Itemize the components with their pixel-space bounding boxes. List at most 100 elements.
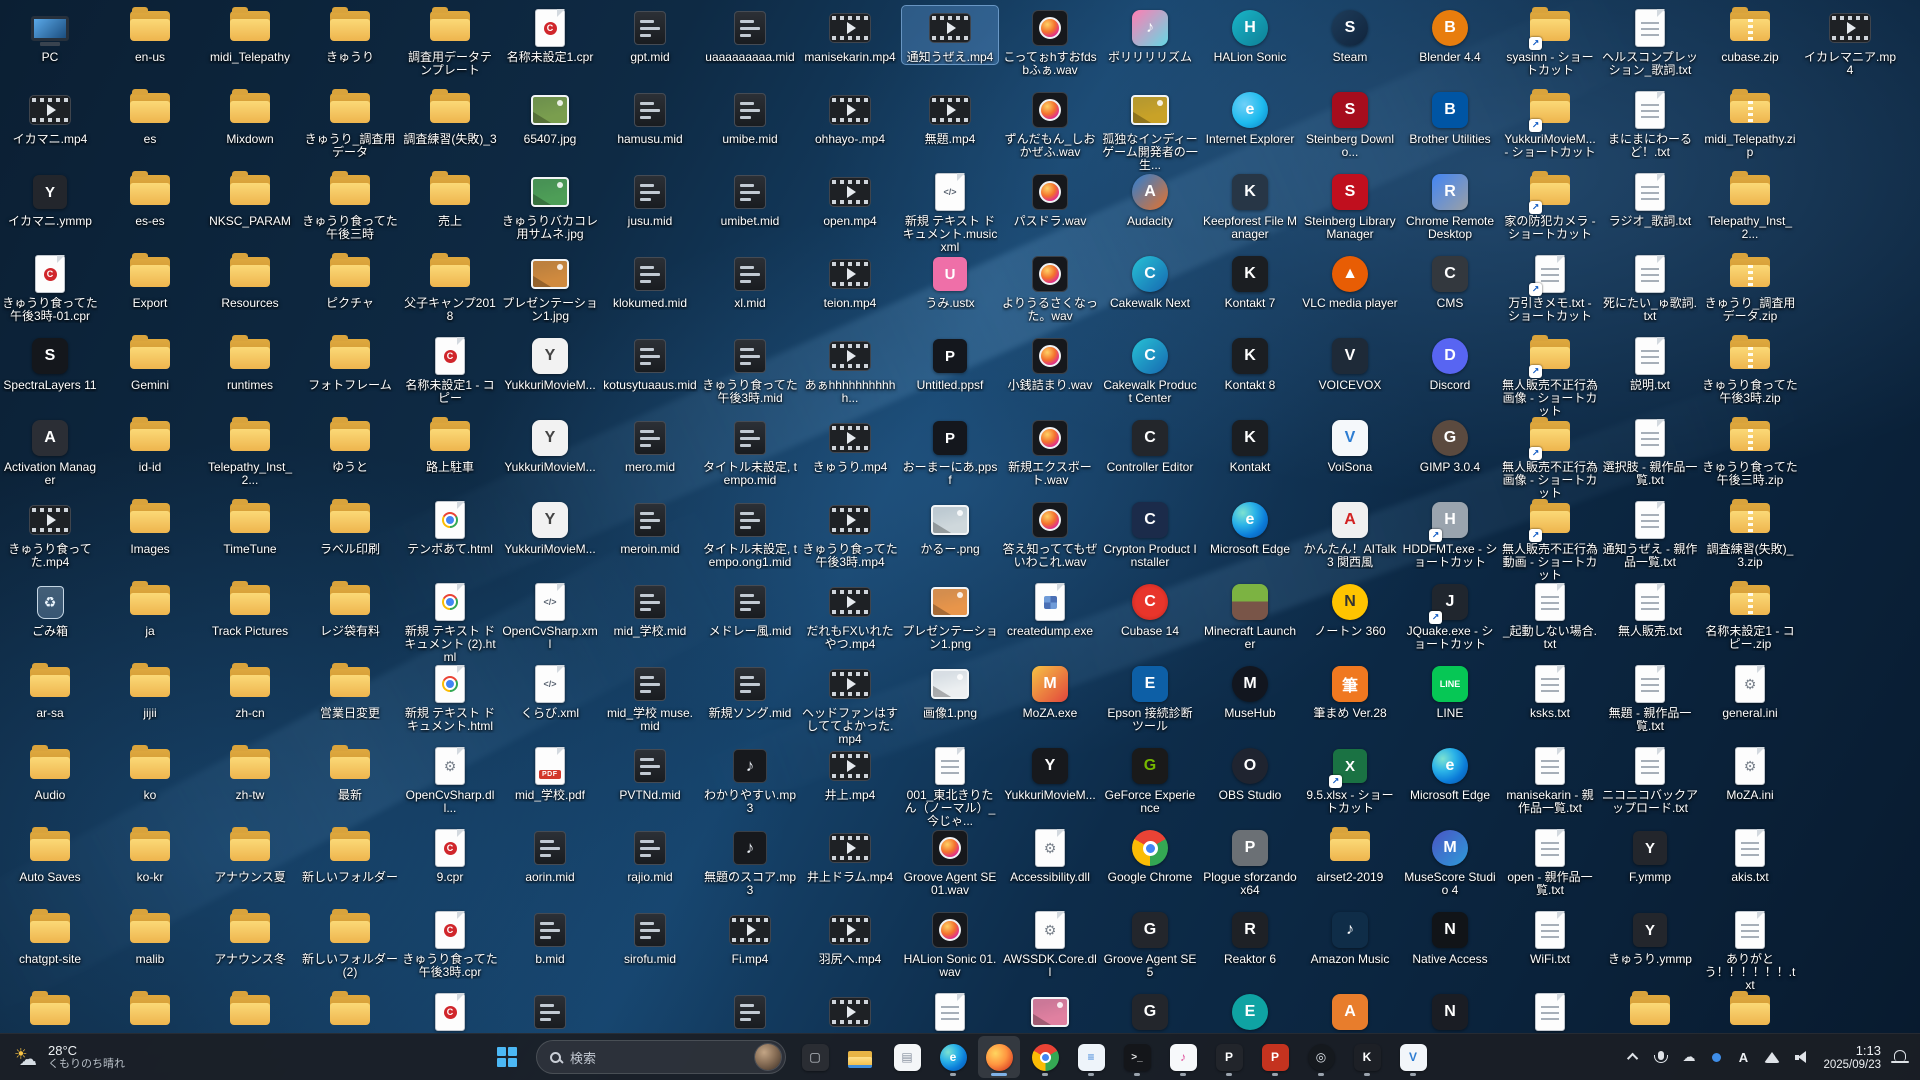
taskbar-app-google-chrome[interactable] [1024,1036,1066,1078]
desktop-icon[interactable]: D Discord [1402,334,1498,392]
desktop-icon[interactable]: 孤独なインディーゲーム開発者の一生... [1102,88,1198,172]
desktop-icon[interactable]: 無人販売.txt [1602,580,1698,638]
desktop-icon[interactable]: N ノートン 360 [1302,580,1398,638]
desktop-icon[interactable]: ↗ YukkuriMovieM... - ショートカット [1502,88,1598,159]
desktop-icon[interactable]: きゅうり食ってた午後3時.zip [1702,334,1798,405]
desktop-icon[interactable]: ⚙ general.ini [1702,662,1798,720]
desktop-icon[interactable]: akis.txt [1702,826,1798,884]
taskbar-app-notepad[interactable]: ≡ [1070,1036,1112,1078]
desktop-icon[interactable]: cubase.zip [1702,6,1798,64]
desktop-icon[interactable]: N [1402,990,1498,1033]
desktop-icon[interactable]: 調査練習(失敗)_3.zip [1702,498,1798,569]
desktop-icon[interactable] [1702,990,1798,1033]
desktop-icon[interactable]: ⚙ MoZA.ini [1702,744,1798,802]
desktop-icon[interactable]: Y F.ymmp [1602,826,1698,884]
desktop-icon[interactable]: 無題 - 親作品一覧.txt [1602,662,1698,733]
desktop-icon[interactable]: 答え知っててもぜいわこれ.wav [1002,498,1098,569]
desktop-icon[interactable]: Auto Saves [2,826,98,884]
taskbar-app-terminal[interactable]: >_ [1116,1036,1158,1078]
desktop-icon[interactable]: aorin.mid [502,826,598,884]
desktop-icon[interactable]: P Plogue sforzando x64 [1202,826,1298,897]
desktop-icon[interactable]: sirofu.mid [602,908,698,966]
desktop-icon[interactable]: b.mid [502,908,598,966]
desktop-icon[interactable]: 通知うぜえ - 親作品一覧.txt [1602,498,1698,569]
desktop-icon[interactable]: R Reaktor 6 [1202,908,1298,966]
desktop-icon[interactable]: S Steam [1302,6,1398,64]
taskbar-app-app-v[interactable]: V [1392,1036,1434,1078]
desktop-icon[interactable]: Gemini [102,334,198,392]
taskbar-app-notes-app[interactable]: ▤ [886,1036,928,1078]
desktop-icon[interactable]: e Internet Explorer [1202,88,1298,146]
desktop-icon[interactable]: NKSC_PARAM [202,170,298,228]
desktop-icon[interactable]: B Blender 4.4 [1402,6,1498,64]
desktop-icon[interactable]: 新規ソング.mid [702,662,798,720]
desktop-icon[interactable]: ありがとう！！！！！！.txt [1702,908,1798,992]
desktop-icon[interactable]: かるー.png [902,498,998,556]
desktop-icon[interactable]: C [402,990,498,1033]
onedrive-tray-button[interactable]: ☁ [1680,1041,1697,1073]
taskbar-app-microsoft-edge[interactable]: e [932,1036,974,1078]
desktop-icon[interactable]: 名称未設定1 - コピー.zip [1702,580,1798,651]
desktop-icon[interactable]: klokumed.mid [602,252,698,310]
tray-overflow-button[interactable] [1626,1041,1642,1073]
desktop-icon[interactable]: A Activation Manager [2,416,98,487]
desktop-icon[interactable]: Mixdown [202,88,298,146]
clock[interactable]: 1:13 2025/09/23 [1823,1043,1881,1072]
app-tray-button[interactable] [1708,1041,1724,1073]
desktop-icon[interactable]: きゅうり食ってた午後三時 [302,170,398,241]
desktop-icon[interactable] [2,990,98,1033]
desktop-icon[interactable]: E Epson 接続診断ツール [1102,662,1198,733]
desktop-icon[interactable]: G Groove Agent SE 5 [1102,908,1198,979]
desktop-icon[interactable]: P おーまーにあ.ppsf [902,416,998,487]
desktop-icon[interactable]: アナウンス冬 [202,908,298,966]
desktop-icon[interactable]: C きゅうり食ってた午後3時-01.cpr [2,252,98,323]
desktop-icon[interactable]: P Untitled.ppsf [902,334,998,392]
desktop-icon[interactable]: H ↗ HDDFMT.exe - ショートカット [1402,498,1498,569]
desktop-icon[interactable]: タイトル未設定, tempo.mid [702,416,798,487]
desktop-icon[interactable]: malib [102,908,198,966]
desktop-icon[interactable]: ko [102,744,198,802]
desktop-icon[interactable]: N Native Access [1402,908,1498,966]
desktop-icon[interactable]: id-id [102,416,198,474]
desktop-icon[interactable]: hamusu.mid [602,88,698,146]
desktop-icon[interactable] [902,990,998,1033]
desktop-icon[interactable]: Resources [202,252,298,310]
desktop-icon[interactable]: A かんたん！AITalk 3 関西風 [1302,498,1398,569]
desktop-icon[interactable]: よりうるさくなった。wav [1002,252,1098,323]
desktop-icon[interactable]: パスドラ.wav [1002,170,1098,228]
desktop-icon[interactable]: LINE LINE [1402,662,1498,720]
desktop-icon[interactable]: C Cakewalk Next [1102,252,1198,310]
desktop-icon[interactable]: ja [102,580,198,638]
desktop-icon[interactable]: </> OpenCvSharp.xml [502,580,598,651]
desktop-icon[interactable]: きゅうり_調査用データ.zip [1702,252,1798,323]
desktop-icon[interactable]: </> 新規 テキスト ドキュメント.musicxml [902,170,998,254]
desktop-icon[interactable]: gpt.mid [602,6,698,64]
weather-widget[interactable]: ☀ ☁ 28°C くもりのち晴れ [4,1034,135,1080]
desktop-icon[interactable]: ♻ ごみ箱 [2,580,98,638]
desktop-icon[interactable]: G GIMP 3.0.4 [1402,416,1498,474]
desktop-icon[interactable]: manisekarin.mp4 [802,6,898,64]
desktop-icon[interactable]: X ↗ 9.5.xlsx - ショートカット [1302,744,1398,815]
desktop-icon[interactable]: ラベル印刷 [302,498,398,556]
desktop-icon[interactable]: タイトル未設定, tempo.ong1.mid [702,498,798,569]
desktop-icon[interactable]: _起動しない場合.txt [1502,580,1598,651]
desktop-icon[interactable]: ヘルスコンプレッション_歌詞.txt [1602,6,1698,77]
desktop-icon[interactable]: イカマニ.mp4 [2,88,98,146]
desktop-icon[interactable]: きゅうりバカコレ用サムネ.jpg [502,170,598,241]
desktop-icon[interactable]: 新しいフォルダー [302,826,398,884]
desktop-icon[interactable]: U うみ.ustx [902,252,998,310]
desktop-icon[interactable]: ▲ VLC media player [1302,252,1398,310]
desktop-icon[interactable]: M MoZA.exe [1002,662,1098,720]
taskbar-app-app-k[interactable]: K [1346,1036,1388,1078]
desktop-icon[interactable]: jusu.mid [602,170,698,228]
desktop-icon[interactable]: Export [102,252,198,310]
desktop-icon[interactable]: Y YukkuriMovieM... [502,416,598,474]
desktop-icon[interactable]: フォトフレーム [302,334,398,392]
desktop-icon[interactable]: ゆうと [302,416,398,474]
desktop-icon[interactable]: runtimes [202,334,298,392]
desktop-icon[interactable]: open - 親作品一覧.txt [1502,826,1598,897]
desktop-icon[interactable]: C Cubase 14 [1102,580,1198,638]
desktop-icon[interactable]: ピクチャ [302,252,398,310]
desktop-icon[interactable]: きゅうり_調査用データ [302,88,398,159]
desktop-icon[interactable]: TimeTune [202,498,298,556]
